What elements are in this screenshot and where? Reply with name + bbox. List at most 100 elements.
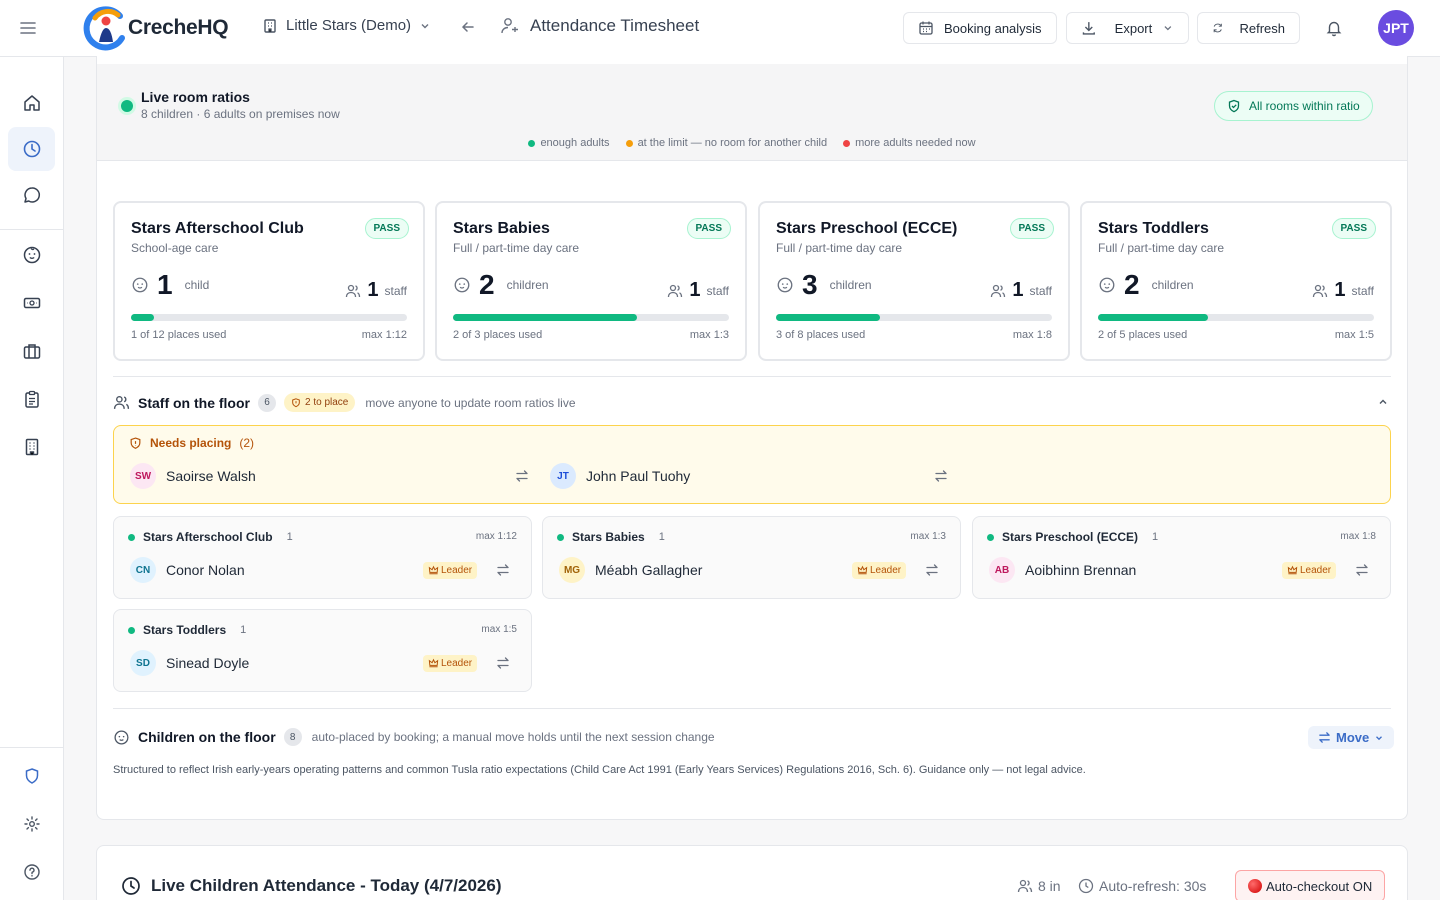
places-used: 2 of 5 places used [1098,329,1188,341]
staff-member[interactable]: JT John Paul Tuohy [550,463,690,489]
swap-icon[interactable] [496,656,510,670]
user-avatar[interactable]: JPT [1378,10,1414,46]
menu-icon[interactable] [18,18,38,38]
home-icon[interactable] [8,81,55,125]
max-ratio: max 1:8 [1340,531,1376,542]
chat-icon[interactable] [8,173,55,217]
organisation-name: Little Stars (Demo) [286,17,412,34]
checked-in-count: 8 in [1017,878,1061,894]
crown-icon [857,565,868,575]
organisation-selector[interactable]: Little Stars (Demo) [262,17,431,34]
staff-member[interactable]: AB Aoibhinn Brennan [989,557,1136,583]
children-count: 3 children [776,269,872,301]
room-name: Stars Afterschool Club [131,220,304,237]
red-circle-icon [1248,879,1262,893]
staff-floor-header[interactable]: Staff on the floor 6 2 to place move any… [113,393,576,412]
baby-icon [454,277,470,293]
swap-icon [1319,732,1330,743]
chevron-up-icon[interactable] [1377,396,1389,408]
staff-room-group: Stars Babies 1 max 1:3 MG Méabh Gallagher… [542,516,961,599]
room-card[interactable]: Stars Afterschool Club School-age care P… [113,201,425,361]
status-dot [557,533,564,541]
building-icon[interactable] [8,425,55,469]
export-button[interactable]: Export [1066,12,1189,44]
clock-icon[interactable] [8,127,55,171]
staff-member[interactable]: SD Sinead Doyle [130,650,249,676]
back-arrow-icon[interactable] [460,19,476,35]
leader-badge: Leader [423,655,478,672]
capacity-bar-fill [131,314,154,321]
children-count: 2 children [453,269,549,301]
room-type: Full / part-time day care [776,241,903,255]
staff-name: Conor Nolan [166,562,245,578]
staff-number: 1 [1012,279,1024,301]
ratios-title: Live room ratios [141,89,250,105]
bell-icon[interactable] [1325,19,1343,37]
swap-icon[interactable] [515,469,529,483]
users-icon [346,284,361,297]
needs-placing-title: Needs placing [150,436,232,450]
ratio-status-badge: All rooms within ratio [1214,91,1373,121]
swap-icon[interactable] [934,469,948,483]
room-card[interactable]: Stars Toddlers Full / part-time day care… [1080,201,1392,361]
shield-alert-icon [292,397,300,407]
children-count: 2 children [1098,269,1194,301]
children-count: 1 child [131,269,209,301]
children-count-badge: 8 [283,728,302,746]
room-card[interactable]: Stars Babies Full / part-time day care P… [435,201,747,361]
room-name: Stars Preschool (ECCE) [1002,530,1139,544]
baby-icon[interactable] [8,233,55,277]
chevron-down-icon [1376,735,1383,740]
avatar: SW [130,463,156,489]
staff-member[interactable]: CN Conor Nolan [130,557,245,583]
max-ratio: max 1:3 [689,329,729,341]
children-number: 1 [157,269,173,300]
move-button[interactable]: Move [1308,726,1395,749]
refresh-label: Refresh [1239,20,1285,36]
staff-member[interactable]: MG Méabh Gallagher [559,557,702,583]
room-staff-count: 1 [1152,531,1159,543]
places-used: 1 of 12 places used [131,329,227,341]
ratios-subtitle: 8 children · 6 adults on premises now [141,107,340,121]
to-place-text: 2 to place [305,397,349,408]
booking-analysis-button[interactable]: Booking analysis [903,12,1057,44]
users-icon [668,284,683,297]
shield-icon[interactable] [8,754,55,798]
banknote-icon[interactable] [8,281,55,325]
logo-mark-icon [83,6,125,51]
to-place-badge: 2 to place [284,393,356,412]
logo[interactable]: CrecheHQ [82,4,229,52]
refresh-button[interactable]: Refresh [1197,12,1300,44]
brand-name: CrecheHQ [128,16,229,39]
gear-icon[interactable] [8,802,55,846]
swap-icon[interactable] [925,563,939,577]
max-ratio: max 1:8 [1012,329,1052,341]
clock-icon [122,877,140,895]
status-dot [128,533,135,541]
briefcase-icon[interactable] [8,329,55,373]
children-number: 2 [479,269,495,300]
avatar: SD [130,650,156,676]
room-name: Stars Toddlers [143,623,227,637]
download-icon [1082,22,1095,35]
help-icon[interactable] [8,850,55,894]
room-card[interactable]: Stars Preschool (ECCE) Full / part-time … [758,201,1070,361]
staff-name: Sinead Doyle [166,655,250,671]
swap-icon[interactable] [1355,563,1369,577]
staff-room-group: Stars Afterschool Club 1 max 1:12 CN Cono… [113,516,532,599]
staff-count: 1 staff [667,279,729,302]
room-name: Stars Babies [572,530,645,544]
children-floor-header[interactable]: Children on the floor 8 auto-placed by b… [113,728,715,746]
chevron-down-icon [1164,26,1172,31]
max-ratio: max 1:5 [1334,329,1374,341]
auto-checkout-label: Auto-checkout ON [1266,878,1373,894]
auto-checkout-button[interactable]: Auto-checkout ON [1235,870,1386,900]
children-floor-title: Children on the floor [138,729,276,745]
legend-dot-green [528,139,536,147]
staff-member[interactable]: SW Saoirse Walsh [130,463,256,489]
status-dot [987,533,994,541]
max-ratio: max 1:12 [361,329,407,341]
swap-icon[interactable] [496,563,510,577]
capacity-bar-fill [1098,314,1209,321]
clipboard-icon[interactable] [8,377,55,421]
